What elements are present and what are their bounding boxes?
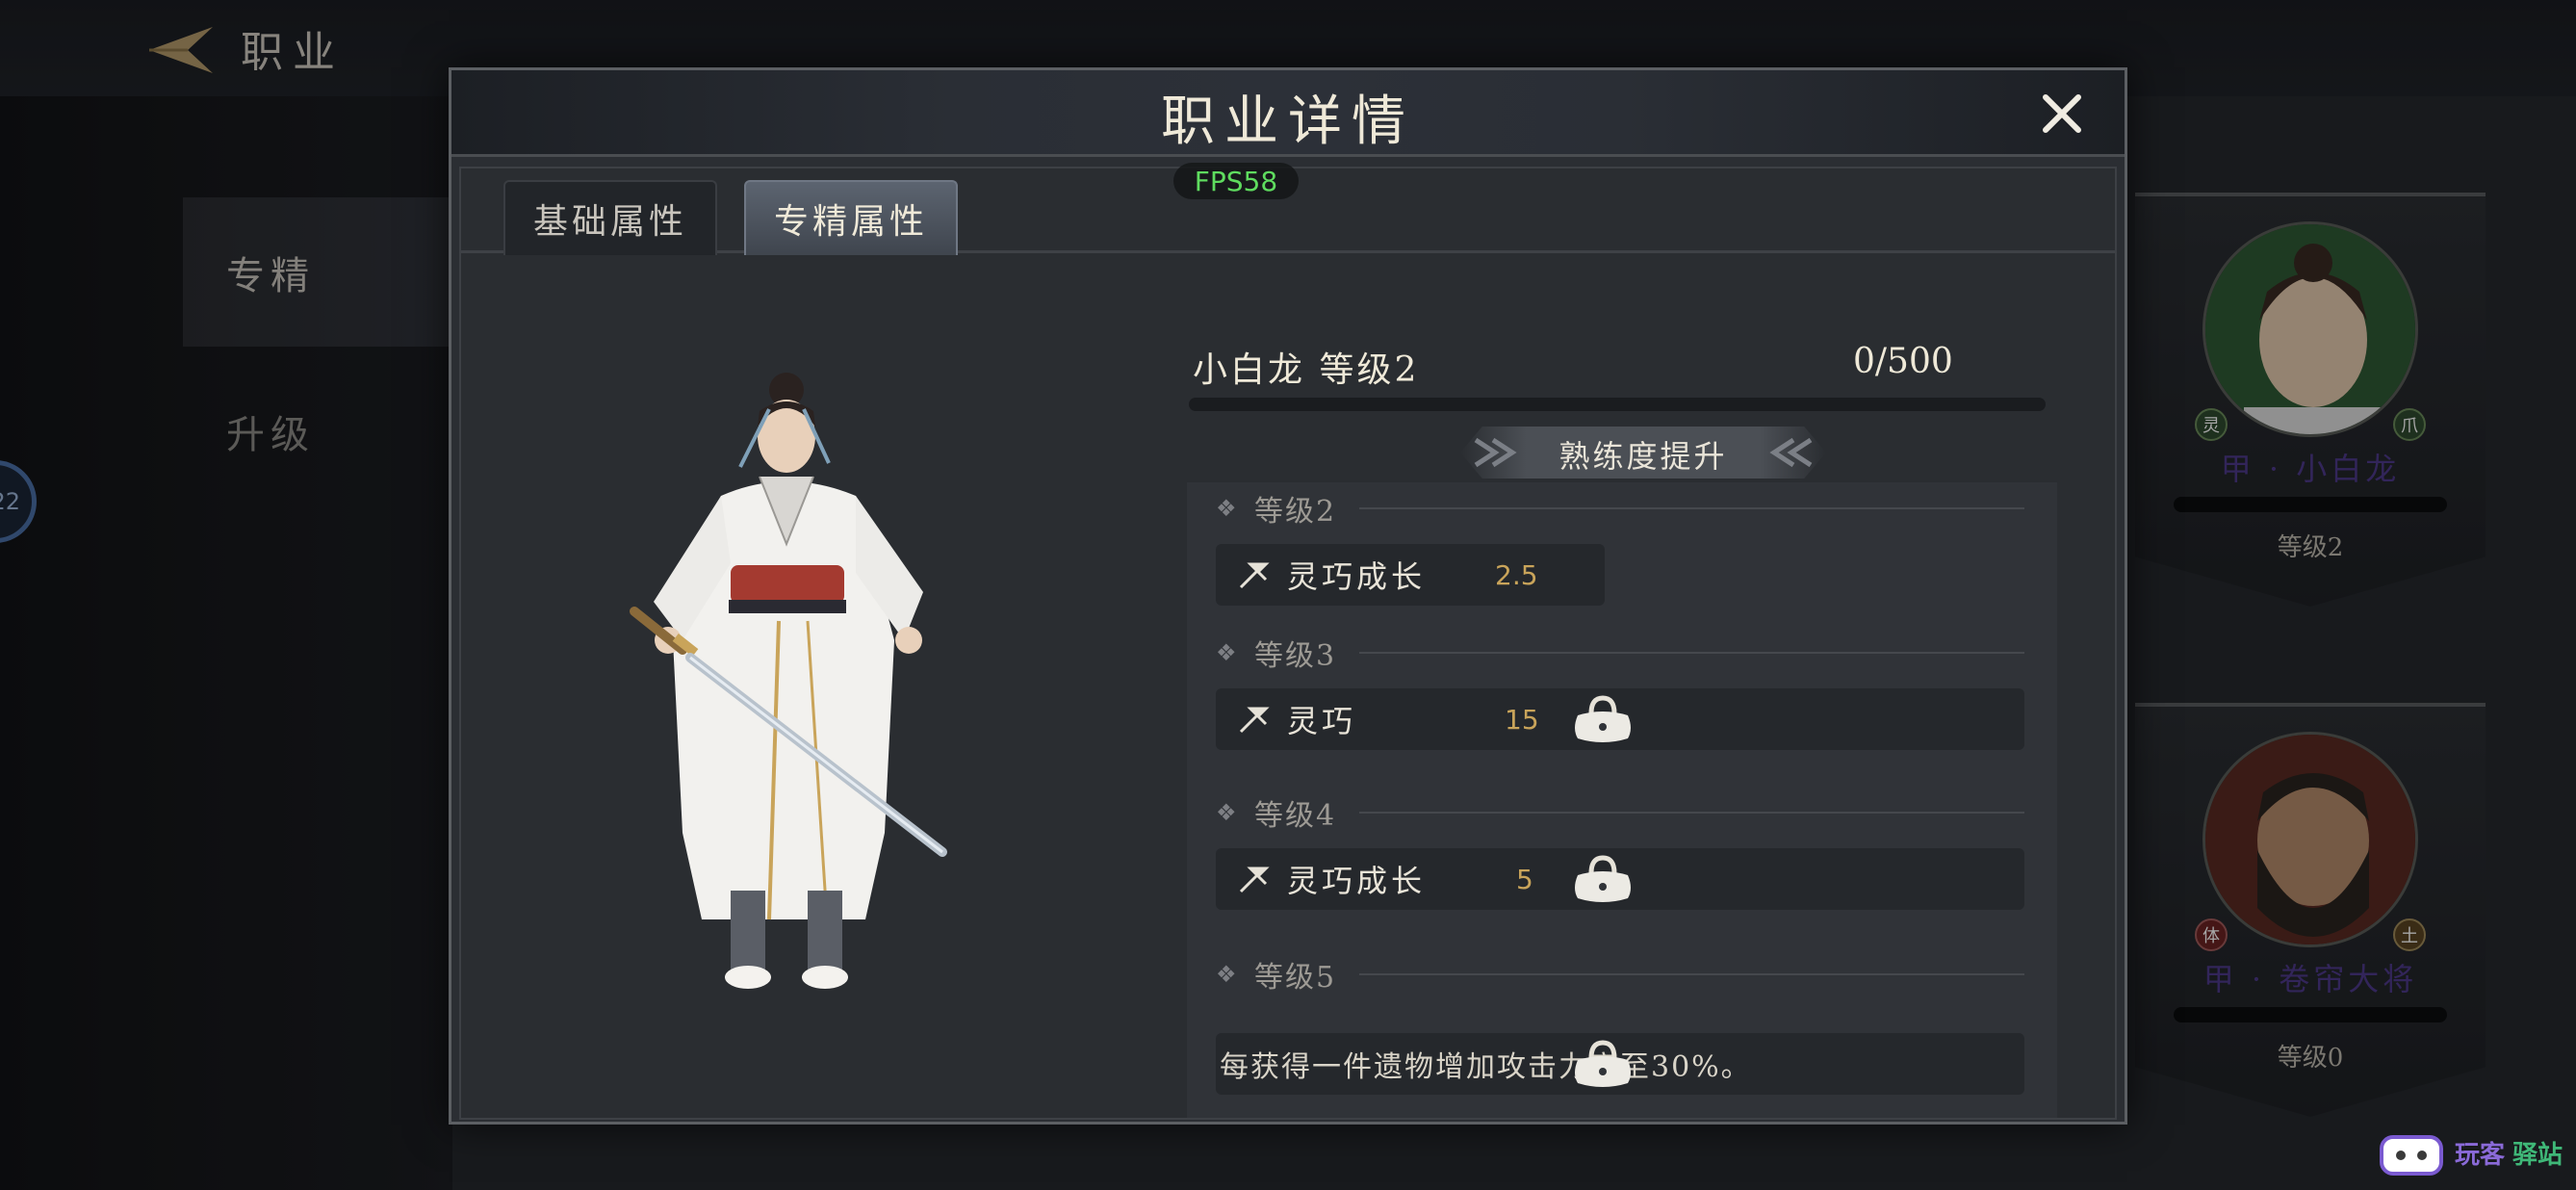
tab-specialization-attributes[interactable]: 专精属性 <box>744 180 958 255</box>
level-label: 等级2 <box>1254 495 1337 529</box>
diamond-icon: ❖ <box>1216 961 1237 988</box>
level-label: 等级5 <box>1254 961 1337 995</box>
stat-row: 灵巧 15 <box>1216 688 2024 750</box>
modal-title: 职业详情 <box>1161 91 1415 153</box>
watermark-logo: 玩客 驿站 <box>2378 1131 2570 1185</box>
robot-logo-icon <box>2380 1135 2443 1176</box>
divider <box>1359 652 2024 654</box>
watermark-text: 驿站 <box>2512 1141 2563 1170</box>
divider <box>1359 812 2024 814</box>
lock-icon <box>1575 695 1631 742</box>
description-text: 每获得一件遗物增加攻击力高至30%。 <box>1220 1050 1752 1084</box>
divider <box>1359 507 2024 509</box>
agility-icon <box>1239 562 1270 589</box>
character-name-level: 小白龙 等级2 <box>1193 350 1420 390</box>
stat-label: 灵巧 <box>1287 703 1357 739</box>
proficiency-upgrade-button[interactable]: 熟练度提升 <box>1460 427 1826 479</box>
level-header: ❖ 等级2 <box>1216 484 2024 532</box>
level-list[interactable]: ❖ 等级2 灵巧成长 2.5 ❖ 等级3 灵巧 15 ❖ 等级4 灵巧成长 5 … <box>1187 482 2057 1118</box>
diamond-icon: ❖ <box>1216 639 1237 666</box>
stat-value: 15 <box>1505 703 1539 736</box>
profession-detail-modal: 职业详情 基础属性 专精属性 小白龙 等级2 0/500 熟练度提升 ❖ 等级2… <box>449 67 2127 1125</box>
level-label: 等级4 <box>1254 799 1337 833</box>
level-header: ❖ 等级5 <box>1216 950 2024 998</box>
modal-body: 基础属性 专精属性 小白龙 等级2 0/500 熟练度提升 ❖ 等级2 灵巧成长… <box>459 167 2117 1120</box>
experience-text: 0/500 <box>1853 342 1953 381</box>
close-button[interactable] <box>2038 90 2086 138</box>
experience-bar <box>1189 398 2046 411</box>
stat-row: 灵巧成长 2.5 <box>1216 544 1605 606</box>
stat-value: 5 <box>1516 863 1533 895</box>
stat-value: 2.5 <box>1495 558 1538 591</box>
level-header: ❖ 等级4 <box>1216 789 2024 837</box>
character-illustration <box>577 351 991 1006</box>
diamond-icon: ❖ <box>1216 799 1237 826</box>
level-label: 等级3 <box>1254 639 1337 673</box>
lock-icon <box>1575 855 1631 902</box>
watermark-text: 玩客 <box>2455 1141 2506 1170</box>
agility-icon <box>1239 867 1270 893</box>
fps-counter: FPS58 <box>1173 163 1299 199</box>
diamond-icon: ❖ <box>1216 495 1237 522</box>
tab-basic-attributes[interactable]: 基础属性 <box>503 180 717 255</box>
level-description: 每获得一件遗物增加攻击力高至30%。 <box>1216 1033 2024 1095</box>
button-label: 熟练度提升 <box>1558 438 1728 475</box>
stat-row: 灵巧成长 5 <box>1216 848 2024 910</box>
tab-label: 专精属性 <box>773 202 928 242</box>
close-icon <box>2043 94 2081 133</box>
level-header: ❖ 等级3 <box>1216 629 2024 677</box>
stat-label: 灵巧成长 <box>1287 863 1427 899</box>
modal-header: 职业详情 <box>451 70 2125 157</box>
divider <box>1359 973 2024 975</box>
tab-label: 基础属性 <box>532 202 687 242</box>
stat-label: 灵巧成长 <box>1287 558 1427 595</box>
specialization-panel: 小白龙 等级2 0/500 熟练度提升 ❖ 等级2 灵巧成长 2.5 ❖ 等级3… <box>1181 253 2115 1118</box>
agility-icon <box>1239 707 1270 734</box>
lock-icon <box>1575 1040 1631 1087</box>
